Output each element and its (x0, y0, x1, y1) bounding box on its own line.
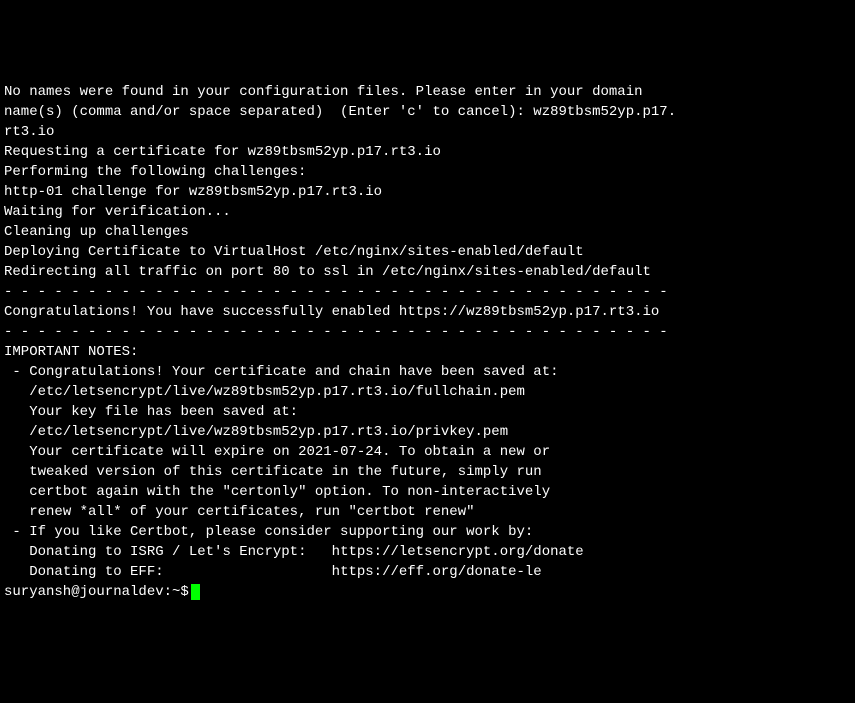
terminal-line: Cleaning up challenges (4, 222, 851, 242)
terminal-line: /etc/letsencrypt/live/wz89tbsm52yp.p17.r… (4, 422, 851, 442)
terminal-line: tweaked version of this certificate in t… (4, 462, 851, 482)
terminal-line: Your key file has been saved at: (4, 402, 851, 422)
terminal-line: IMPORTANT NOTES: (4, 342, 851, 362)
terminal-output: No names were found in your configuratio… (4, 82, 851, 602)
terminal-prompt-line[interactable]: suryansh@journaldev:~$ (4, 582, 851, 602)
terminal-line: Congratulations! You have successfully e… (4, 302, 851, 322)
terminal-line: - - - - - - - - - - - - - - - - - - - - … (4, 322, 851, 342)
terminal-line: Your certificate will expire on 2021-07-… (4, 442, 851, 462)
terminal-line: - If you like Certbot, please consider s… (4, 522, 851, 542)
terminal-line: name(s) (comma and/or space separated) (… (4, 102, 851, 122)
terminal-line: Deploying Certificate to VirtualHost /et… (4, 242, 851, 262)
terminal-line: renew *all* of your certificates, run "c… (4, 502, 851, 522)
terminal-line: rt3.io (4, 122, 851, 142)
terminal-line: Performing the following challenges: (4, 162, 851, 182)
terminal-line: Requesting a certificate for wz89tbsm52y… (4, 142, 851, 162)
terminal-line: - Congratulations! Your certificate and … (4, 362, 851, 382)
terminal-cursor (191, 584, 200, 600)
terminal-line: Donating to EFF: https://eff.org/donate-… (4, 562, 851, 582)
terminal-line: No names were found in your configuratio… (4, 82, 851, 102)
terminal-line: certbot again with the "certonly" option… (4, 482, 851, 502)
terminal-line: /etc/letsencrypt/live/wz89tbsm52yp.p17.r… (4, 382, 851, 402)
terminal-prompt: suryansh@journaldev:~$ (4, 582, 189, 602)
terminal-line: - - - - - - - - - - - - - - - - - - - - … (4, 282, 851, 302)
terminal-line: http-01 challenge for wz89tbsm52yp.p17.r… (4, 182, 851, 202)
terminal-line: Donating to ISRG / Let's Encrypt: https:… (4, 542, 851, 562)
terminal-line: Redirecting all traffic on port 80 to ss… (4, 262, 851, 282)
terminal-line: Waiting for verification... (4, 202, 851, 222)
